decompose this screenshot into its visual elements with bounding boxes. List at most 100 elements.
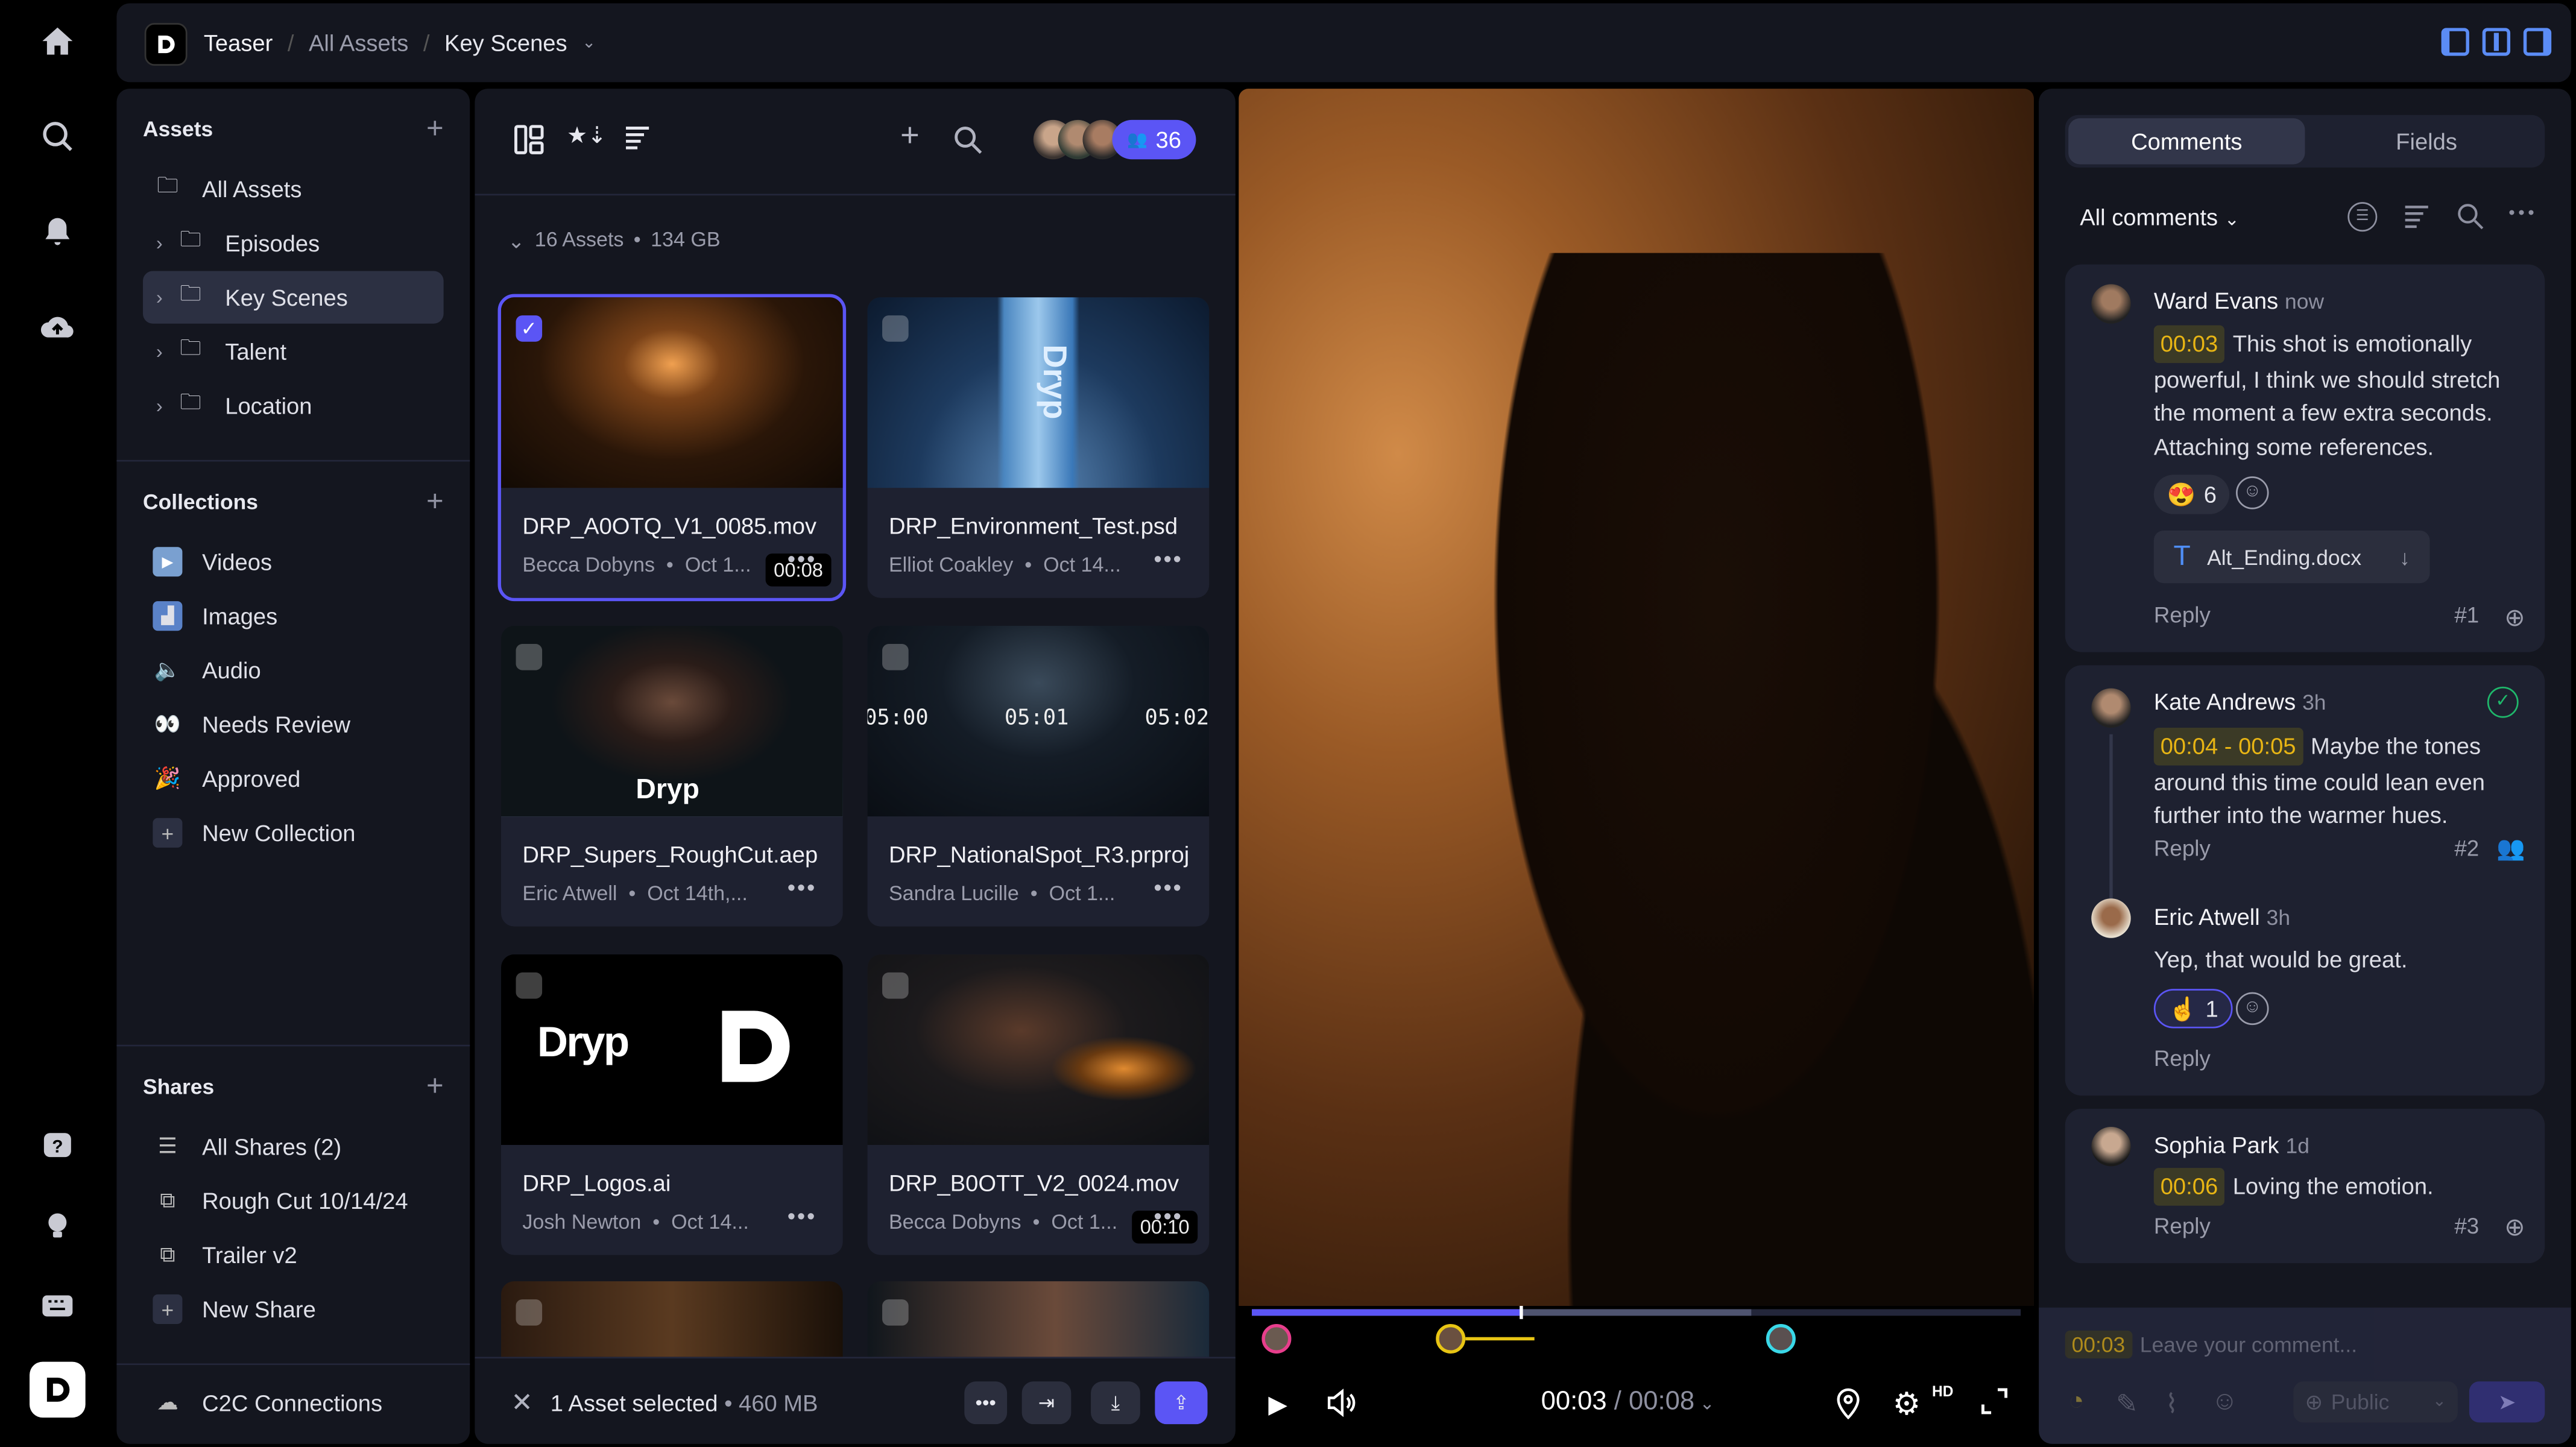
sidebar-item-all-shares[interactable]: ☰All Shares (2) — [143, 1120, 444, 1173]
sidebar-item-videos[interactable]: ▶Videos — [143, 535, 444, 588]
attach-paperclip-icon[interactable]: ⌇ — [2165, 1388, 2178, 1420]
sidebar-item-needs-review[interactable]: 👀Needs Review — [143, 698, 444, 751]
more-actions-button[interactable]: ••• — [964, 1381, 1007, 1424]
search-icon[interactable] — [2456, 202, 2484, 230]
sort-icon[interactable] — [2404, 204, 2430, 230]
asset-card[interactable]: ✓ 00:08 DRP_A0OTQ_V1_0085.mov Becca Doby… — [501, 297, 843, 598]
play-button[interactable]: ▶ — [1268, 1390, 1287, 1419]
resolved-check-icon[interactable]: ✓ — [2487, 687, 2519, 718]
timecode-display[interactable]: 00:03 / 00:08 ⌄ — [1541, 1388, 1715, 1417]
upload-cloud-icon[interactable] — [39, 309, 75, 345]
asset-checkbox[interactable] — [882, 644, 909, 670]
asset-checkbox[interactable] — [516, 973, 542, 999]
add-collection-button[interactable]: + — [426, 486, 444, 515]
workspace-logo[interactable] — [30, 1362, 86, 1418]
video-frame[interactable] — [1239, 89, 2034, 1306]
add-reaction-icon[interactable]: ☺ — [2236, 992, 2268, 1025]
globe-icon[interactable]: ⊕ — [2504, 603, 2525, 632]
move-to-icon[interactable]: ⇥ — [1022, 1381, 1072, 1424]
comment-marker-avatar[interactable] — [1766, 1324, 1796, 1354]
settings-gear-icon[interactable]: ⚙ — [1893, 1386, 1921, 1424]
add-asset-folder-button[interactable]: + — [426, 113, 444, 143]
bell-icon[interactable] — [39, 213, 75, 250]
comment-marker-avatar[interactable] — [1436, 1324, 1465, 1354]
sidebar-item-new-share[interactable]: +New Share — [143, 1283, 444, 1335]
tab-fields[interactable]: Fields — [2308, 115, 2545, 168]
chevron-right-icon[interactable]: › — [143, 394, 175, 417]
globe-icon[interactable]: ⊕ — [2504, 1212, 2525, 1242]
asset-card[interactable]: Dryp DRP_Supers_RoughCut.aep Eric Atwell… — [501, 626, 843, 927]
timecode-tag[interactable]: 00:06 — [2154, 1168, 2224, 1205]
asset-card[interactable]: Dryp DRP_Environment_Test.psd Elliot Coa… — [868, 297, 1210, 598]
more-options-icon[interactable]: ••• — [1154, 1202, 1182, 1229]
visibility-dropdown[interactable]: ⊕Public⌄ — [2293, 1381, 2457, 1422]
breadcrumb-all-assets[interactable]: All Assets — [309, 30, 408, 56]
keyboard-icon[interactable] — [39, 1288, 75, 1324]
timecode-tag[interactable]: 00:03 — [2065, 1331, 2132, 1358]
chevron-down-icon[interactable]: ⌄ — [508, 229, 525, 253]
attachment[interactable]: TAlt_Ending.docx↓ — [2154, 531, 2430, 583]
more-options-icon[interactable]: ••• — [788, 546, 816, 572]
asset-card[interactable]: 00:10 DRP_B0OTT_V2_0024.mov Becca Dobyns… — [868, 954, 1210, 1255]
chevron-right-icon[interactable]: › — [143, 340, 175, 363]
timestamp-toggle-icon[interactable]: ◔ — [2068, 1388, 2084, 1417]
asset-checkbox[interactable] — [516, 1299, 542, 1326]
search-icon[interactable] — [39, 118, 75, 154]
asset-checkbox[interactable] — [516, 644, 542, 670]
member-avatars[interactable]: 👥36 — [1034, 120, 1196, 159]
sidebar-item-all-assets[interactable]: 🗀All Assets — [143, 163, 444, 215]
send-button[interactable]: ➤ — [2469, 1381, 2545, 1422]
reply-button[interactable]: Reply — [2154, 1047, 2211, 1071]
toggle-center-panel-icon[interactable] — [2483, 28, 2510, 55]
clear-selection-icon[interactable]: ✕ — [511, 1386, 533, 1419]
comment-filter-dropdown[interactable]: All comments ⌄ — [2080, 204, 2240, 230]
add-share-button[interactable]: + — [426, 1071, 444, 1100]
breadcrumb-key-scenes[interactable]: Key Scenes — [444, 30, 567, 56]
sidebar-item-location[interactable]: ›🗀Location — [143, 379, 444, 432]
breadcrumb-project[interactable]: Teaser — [204, 30, 273, 56]
sidebar-item-talent[interactable]: ›🗀Talent — [143, 325, 444, 377]
download-icon[interactable]: ↓ — [2399, 544, 2410, 569]
timecode-tag[interactable]: 00:03 — [2154, 325, 2224, 362]
asset-checkbox[interactable] — [882, 1299, 909, 1326]
help-icon[interactable]: ? — [39, 1129, 75, 1165]
emoji-icon[interactable]: ☺ — [2211, 1388, 2238, 1417]
tab-comments[interactable]: Comments — [2068, 118, 2305, 164]
reply-button[interactable]: Reply — [2154, 836, 2211, 861]
chevron-down-icon[interactable]: ⌄ — [582, 34, 596, 52]
home-icon[interactable] — [39, 23, 75, 59]
asset-checkbox[interactable]: ✓ — [516, 315, 542, 342]
sidebar-item-c2c-connections[interactable]: ☁C2C Connections — [143, 1376, 444, 1429]
more-options-icon[interactable]: ••• — [788, 874, 816, 900]
sort-fields-icon[interactable]: ★⇣ — [567, 122, 607, 150]
reaction-pill[interactable]: 😍6 — [2154, 474, 2230, 514]
playhead[interactable] — [1520, 1306, 1523, 1319]
timecode-tag[interactable]: 00:04 - 00:05 — [2154, 728, 2303, 764]
sidebar-item-trailer-v2[interactable]: ⧉Trailer v2 — [143, 1229, 444, 1281]
composer-input[interactable]: 00:03Leave your comment... — [2065, 1331, 2357, 1358]
search-icon[interactable] — [953, 125, 982, 154]
marker-pin-icon[interactable] — [1832, 1386, 1864, 1419]
asset-checkbox[interactable] — [882, 315, 909, 342]
comment-marker-avatar[interactable] — [1261, 1324, 1291, 1354]
sidebar-item-new-collection[interactable]: +New Collection — [143, 807, 444, 859]
sidebar-item-key-scenes[interactable]: ›🗀Key Scenes — [143, 271, 444, 324]
chevron-right-icon[interactable]: › — [143, 286, 175, 309]
filter-icon[interactable]: ☰ — [2347, 202, 2377, 232]
asset-checkbox[interactable] — [882, 973, 909, 999]
add-button[interactable]: + — [900, 118, 920, 156]
annotate-icon[interactable]: ✎ — [2116, 1388, 2138, 1420]
reply-button[interactable]: Reply — [2154, 603, 2211, 628]
more-options-icon[interactable]: ••• — [2508, 204, 2537, 224]
asset-card[interactable]: 05:0005:0105:02 DRP_NationalSpot_R3.prpr… — [868, 626, 1210, 927]
download-icon[interactable]: ⤓ — [1091, 1381, 1140, 1424]
volume-icon[interactable] — [1324, 1386, 1357, 1419]
sidebar-item-episodes[interactable]: ›🗀Episodes — [143, 217, 444, 270]
fullscreen-icon[interactable] — [1981, 1388, 2008, 1414]
reply-button[interactable]: Reply — [2154, 1214, 2211, 1238]
more-options-icon[interactable]: ••• — [1154, 546, 1182, 572]
sidebar-item-approved[interactable]: 🎉Approved — [143, 752, 444, 805]
reaction-pill[interactable]: ☝1 — [2154, 989, 2233, 1028]
layout-grid-icon[interactable] — [514, 125, 544, 154]
more-options-icon[interactable]: ••• — [788, 1202, 816, 1229]
